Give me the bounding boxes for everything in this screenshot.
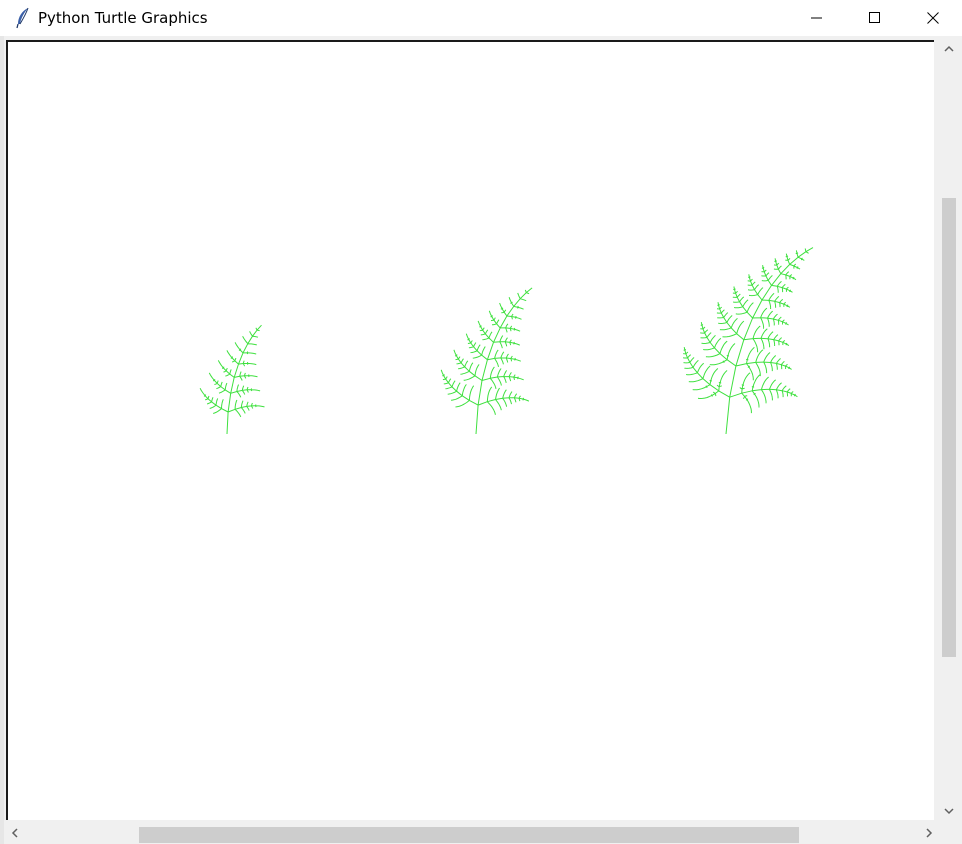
- feather-icon: [14, 7, 32, 29]
- window-title: Python Turtle Graphics: [38, 9, 208, 27]
- horizontal-scrollbar[interactable]: [6, 824, 938, 844]
- title-bar[interactable]: Python Turtle Graphics: [0, 0, 962, 36]
- window-left-edge: [0, 36, 4, 844]
- minimize-icon: [811, 12, 823, 24]
- fern-drawing: [199, 247, 814, 435]
- horizontal-scroll-thumb[interactable]: [139, 827, 799, 843]
- chevron-down-icon: [944, 802, 954, 820]
- fern-stroke: [199, 324, 265, 435]
- maximize-icon: [869, 12, 881, 24]
- close-button[interactable]: [904, 0, 962, 36]
- vertical-scrollbar[interactable]: [938, 40, 960, 820]
- chevron-left-icon: [11, 825, 19, 843]
- scroll-right-button[interactable]: [920, 824, 938, 844]
- client-area: [0, 36, 962, 844]
- fern-stroke: [683, 247, 814, 435]
- close-icon: [927, 12, 939, 24]
- scroll-down-button[interactable]: [938, 802, 960, 820]
- turtle-window: Python Turtle Graphics: [0, 0, 962, 844]
- scrollbar-corner: [938, 824, 962, 844]
- scroll-left-button[interactable]: [6, 824, 24, 844]
- scroll-up-button[interactable]: [938, 40, 960, 58]
- maximize-button[interactable]: [846, 0, 904, 36]
- vertical-scroll-thumb[interactable]: [942, 198, 956, 657]
- chevron-right-icon: [925, 825, 933, 843]
- minimize-button[interactable]: [788, 0, 846, 36]
- chevron-up-icon: [944, 40, 954, 58]
- turtle-canvas[interactable]: [6, 40, 934, 820]
- fern-stroke: [440, 287, 533, 435]
- large-fern: [683, 247, 814, 435]
- small-fern: [199, 324, 265, 435]
- medium-fern: [440, 287, 533, 435]
